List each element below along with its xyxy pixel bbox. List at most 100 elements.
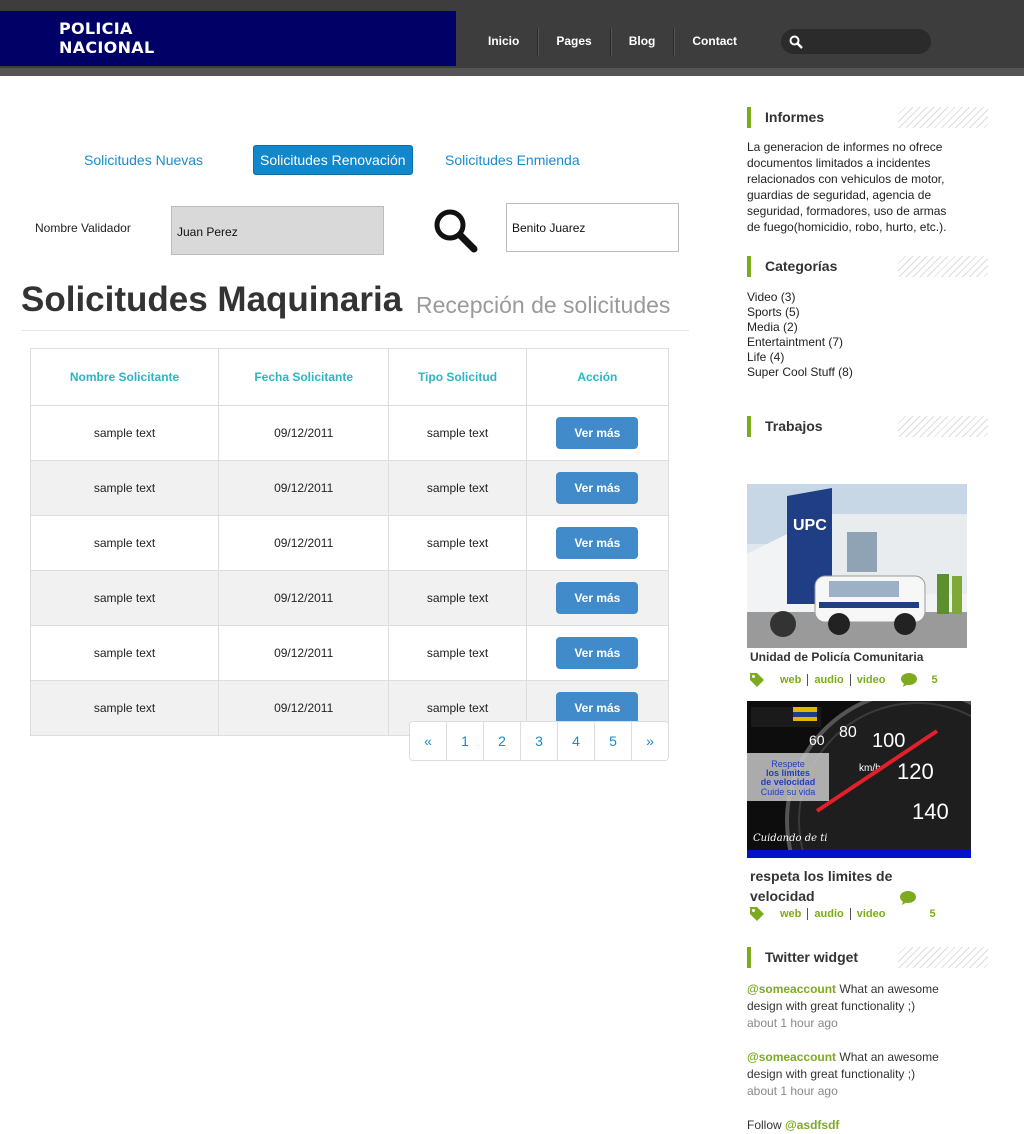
- tag-separator: [807, 674, 809, 686]
- follow-account-link[interactable]: @asdfsdf: [785, 1118, 839, 1132]
- nav-item-pages[interactable]: Pages: [537, 28, 609, 56]
- column-header[interactable]: Fecha Solicitante: [218, 348, 390, 406]
- speed-post-image[interactable]: 60 80 100 120 140 km/h Respete los límit…: [747, 701, 971, 858]
- speed-number-120: 120: [897, 759, 934, 784]
- informes-text: La generacion de informes no ofrece docu…: [747, 140, 947, 234]
- tag-icon: [750, 907, 764, 921]
- upc-sign-text: UPC: [793, 517, 827, 534]
- category-link[interactable]: Sports (5): [747, 305, 853, 320]
- speed-sign-line-4: Cuide su vida: [761, 787, 816, 797]
- pagination-page-4[interactable]: 4: [557, 722, 594, 760]
- follow-prefix: Follow: [747, 1118, 786, 1132]
- categories-list: Video (3) Sports (5) Media (2) Entertain…: [747, 290, 853, 380]
- pagination-page-1[interactable]: 1: [446, 722, 483, 760]
- pagination-page-3[interactable]: 3: [520, 722, 557, 760]
- table-header-row: Nombre Solicitante Fecha Solicitante Tip…: [29, 348, 670, 406]
- tweet-time: about 1 hour ago: [747, 1016, 838, 1030]
- tag-separator: [807, 908, 809, 920]
- cell-nombre: sample text: [29, 625, 220, 681]
- trabajos-heading: Trabajos: [747, 416, 988, 437]
- cell-accion: Ver más: [525, 625, 670, 681]
- logo-line-1: POLICIA: [59, 19, 133, 38]
- tweet-account-link[interactable]: @someaccount: [747, 982, 836, 996]
- trabajos-title: Trabajos: [765, 418, 823, 434]
- cell-fecha: 09/12/2011: [218, 570, 390, 626]
- pagination-page-2[interactable]: 2: [483, 722, 520, 760]
- pagination-prev[interactable]: «: [410, 722, 446, 760]
- post-meta: web audio video 5: [750, 673, 938, 687]
- column-header[interactable]: Acción: [525, 348, 670, 406]
- ver-mas-button[interactable]: Ver más: [556, 637, 639, 669]
- nav-item-inicio[interactable]: Inicio: [470, 28, 537, 56]
- column-header[interactable]: Nombre Solicitante: [29, 348, 220, 406]
- speed-number-80: 80: [839, 724, 857, 741]
- tag-link-video[interactable]: video: [857, 908, 886, 920]
- nav-item-contact[interactable]: Contact: [673, 28, 755, 56]
- ver-mas-button[interactable]: Ver más: [556, 417, 639, 449]
- cell-tipo: sample text: [388, 515, 527, 571]
- cell-tipo: sample text: [388, 625, 527, 681]
- tab-solicitudes-renovacion[interactable]: Solicitudes Renovación: [253, 145, 413, 175]
- logo-text: POLICIA NACIONAL: [59, 19, 154, 57]
- tweet-account-link[interactable]: @someaccount: [747, 1050, 836, 1064]
- cell-fecha: 09/12/2011: [218, 680, 390, 736]
- upc-illustration: UPC: [747, 484, 967, 648]
- categorias-title: Categorías: [765, 258, 838, 274]
- tweet: @someaccount What an awesome design with…: [747, 1049, 957, 1100]
- tag-link-video[interactable]: video: [857, 674, 886, 686]
- category-link[interactable]: Life (4): [747, 350, 853, 365]
- cell-fecha: 09/12/2011: [218, 625, 390, 681]
- category-link[interactable]: Entertaintment (7): [747, 335, 853, 350]
- cell-nombre: sample text: [29, 460, 220, 516]
- ver-mas-button[interactable]: Ver más: [556, 527, 639, 559]
- categorias-heading: Categorías: [747, 256, 988, 277]
- table-row: sample text 09/12/2011 sample text Ver m…: [29, 570, 670, 626]
- speed-sign-line-3: de velocidad: [761, 777, 816, 787]
- heading-hatch-decoration: [898, 416, 988, 437]
- comment-count[interactable]: 5: [929, 908, 935, 920]
- tweet: @someaccount What an awesome design with…: [747, 981, 957, 1032]
- nav-item-blog[interactable]: Blog: [609, 28, 674, 56]
- site-logo[interactable]: POLICIA NACIONAL: [0, 11, 456, 66]
- validador-input[interactable]: Juan Perez: [171, 206, 384, 255]
- comment-icon: [901, 673, 918, 687]
- table-row: sample text 09/12/2011 sample text Ver m…: [29, 515, 670, 571]
- top-header: POLICIA NACIONAL Inicio Pages Blog Conta…: [0, 0, 1024, 76]
- cell-nombre: sample text: [29, 405, 220, 461]
- ver-mas-button[interactable]: Ver más: [556, 692, 639, 724]
- pagination-page-5[interactable]: 5: [594, 722, 631, 760]
- tag-link-audio[interactable]: audio: [814, 674, 843, 686]
- main-nav: Inicio Pages Blog Contact: [470, 28, 755, 56]
- tag-icon: [750, 673, 764, 687]
- tab-solicitudes-nuevas[interactable]: Solicitudes Nuevas: [84, 152, 203, 168]
- speed-number-100: 100: [872, 730, 905, 752]
- page-title: Solicitudes Maquinaria: [21, 280, 403, 319]
- upc-post-image[interactable]: UPC: [747, 484, 967, 648]
- tag-link-web[interactable]: web: [780, 908, 801, 920]
- post-meta: web audio video 5: [750, 907, 936, 921]
- speed-number-60: 60: [809, 732, 825, 748]
- solicitudes-table: Nombre Solicitante Fecha Solicitante Tip…: [29, 348, 670, 736]
- category-link[interactable]: Video (3): [747, 290, 853, 305]
- page-subtitle: Recepción de solicitudes: [416, 292, 671, 318]
- cell-tipo: sample text: [388, 405, 527, 461]
- header-search-input[interactable]: [781, 29, 931, 54]
- category-link[interactable]: Media (2): [747, 320, 853, 335]
- search-name-input[interactable]: Benito Juarez: [506, 203, 679, 252]
- ver-mas-button[interactable]: Ver más: [556, 582, 639, 614]
- category-link[interactable]: Super Cool Stuff (8): [747, 365, 853, 380]
- validador-label: Nombre Validador: [35, 221, 131, 235]
- search-icon[interactable]: [432, 207, 478, 253]
- tag-link-audio[interactable]: audio: [814, 908, 843, 920]
- comment-count[interactable]: 5: [931, 674, 937, 686]
- informes-title: Informes: [765, 109, 825, 125]
- tab-solicitudes-enmienda[interactable]: Solicitudes Enmienda: [445, 152, 580, 168]
- cell-fecha: 09/12/2011: [218, 405, 390, 461]
- table-row: sample text 09/12/2011 sample text Ver m…: [29, 405, 670, 461]
- ver-mas-button[interactable]: Ver más: [556, 472, 639, 504]
- cell-accion: Ver más: [525, 460, 670, 516]
- post-title[interactable]: Unidad de Policía Comunitaria: [750, 650, 923, 664]
- pagination-next[interactable]: »: [631, 722, 668, 760]
- tag-link-web[interactable]: web: [780, 674, 801, 686]
- column-header[interactable]: Tipo Solicitud: [388, 348, 527, 406]
